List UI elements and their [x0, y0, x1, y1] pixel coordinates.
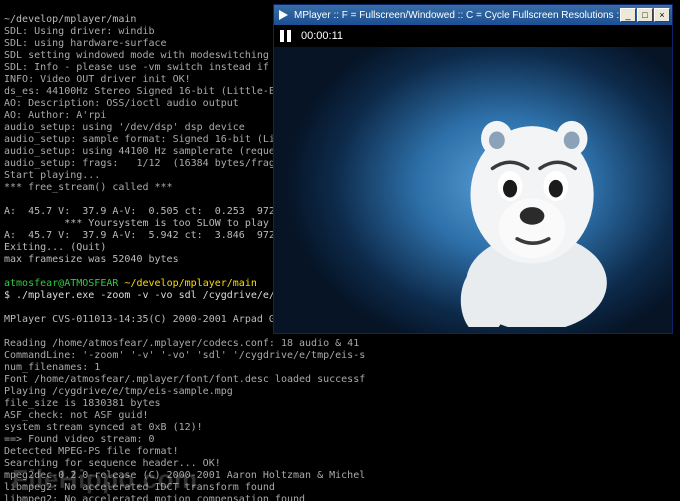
mplayer-app-icon [276, 8, 290, 22]
maximize-button[interactable]: □ [637, 8, 653, 22]
mplayer-video-window[interactable]: MPlayer :: F = Fullscreen/Windowed :: C … [273, 4, 673, 334]
exiting-line: Exiting... (Quit) [4, 242, 106, 253]
mplayer-controls-bar[interactable]: 00:00:11 [274, 25, 672, 47]
path-line: ~/develop/mplayer/main [4, 14, 136, 25]
mplayer-title-text: MPlayer :: F = Fullscreen/Windowed :: C … [294, 10, 620, 21]
video-surface[interactable] [274, 47, 672, 333]
polar-bear-character [433, 98, 640, 327]
term-mid-block: Reading /home/atmosfear/.mplayer/codecs.… [4, 338, 676, 501]
prompt-user: atmosfear@ATMOSFEAR [4, 278, 118, 289]
prompt-path: ~/develop/mplayer/main [124, 278, 256, 289]
window-buttons: _ □ × [620, 8, 670, 22]
close-button[interactable]: × [654, 8, 670, 22]
mplayer-titlebar[interactable]: MPlayer :: F = Fullscreen/Windowed :: C … [274, 5, 672, 25]
timecode: 00:00:11 [301, 30, 343, 42]
maxframe-line: max framesize was 52040 bytes [4, 254, 179, 265]
minimize-button[interactable]: _ [620, 8, 636, 22]
pause-icon[interactable] [280, 30, 291, 42]
